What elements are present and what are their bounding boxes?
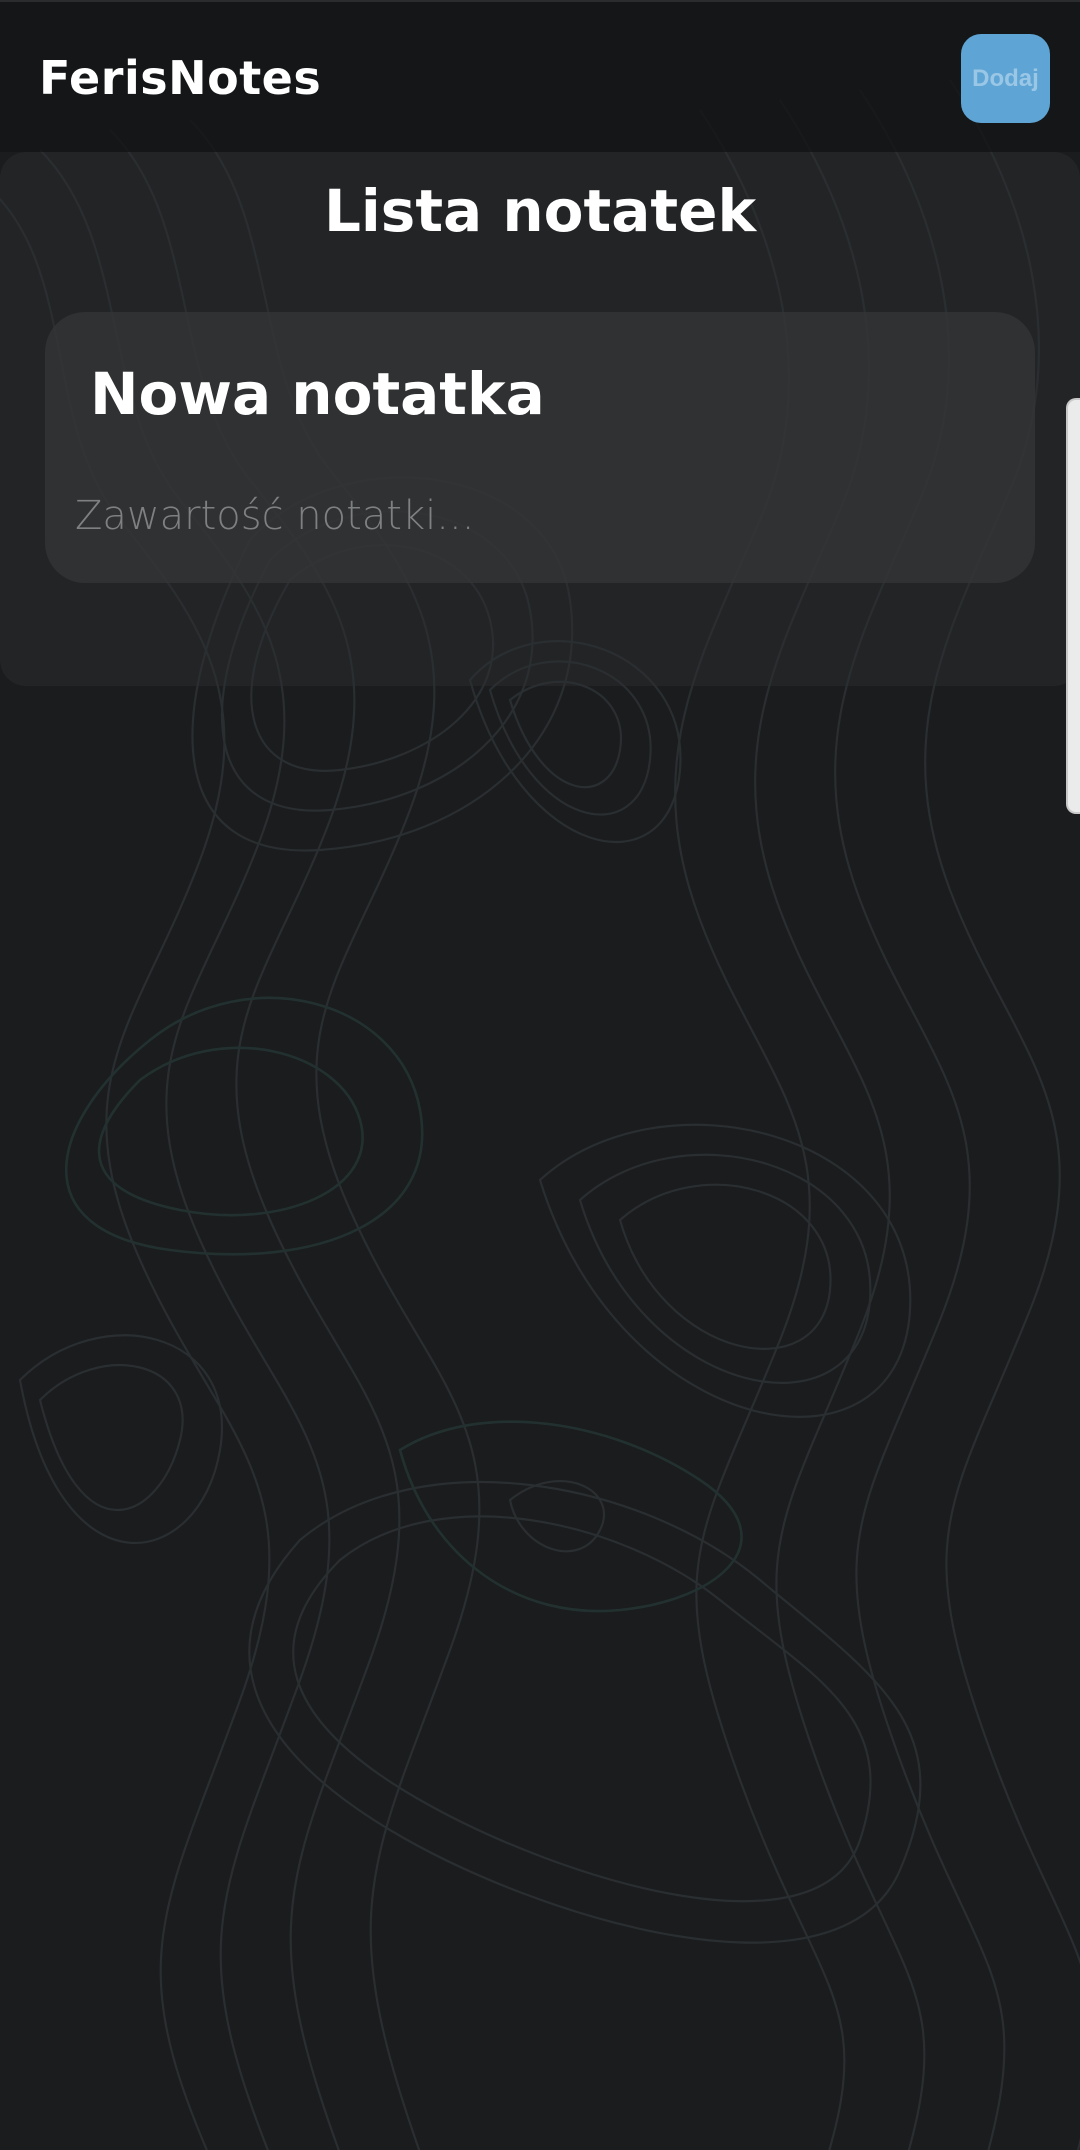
app-title: FerisNotes [39,51,322,105]
note-title-input[interactable] [90,358,990,430]
app-page: FerisNotes Dodaj Lista notatek [0,0,1080,2150]
app-header: FerisNotes Dodaj [0,0,1080,152]
notes-list-panel: Lista notatek [0,152,1080,686]
note-content-input[interactable] [75,489,995,543]
scrollbar-thumb[interactable] [1066,398,1080,814]
new-note-card [45,312,1035,583]
notes-list-heading: Lista notatek [323,177,757,245]
add-note-button[interactable]: Dodaj [961,34,1050,123]
